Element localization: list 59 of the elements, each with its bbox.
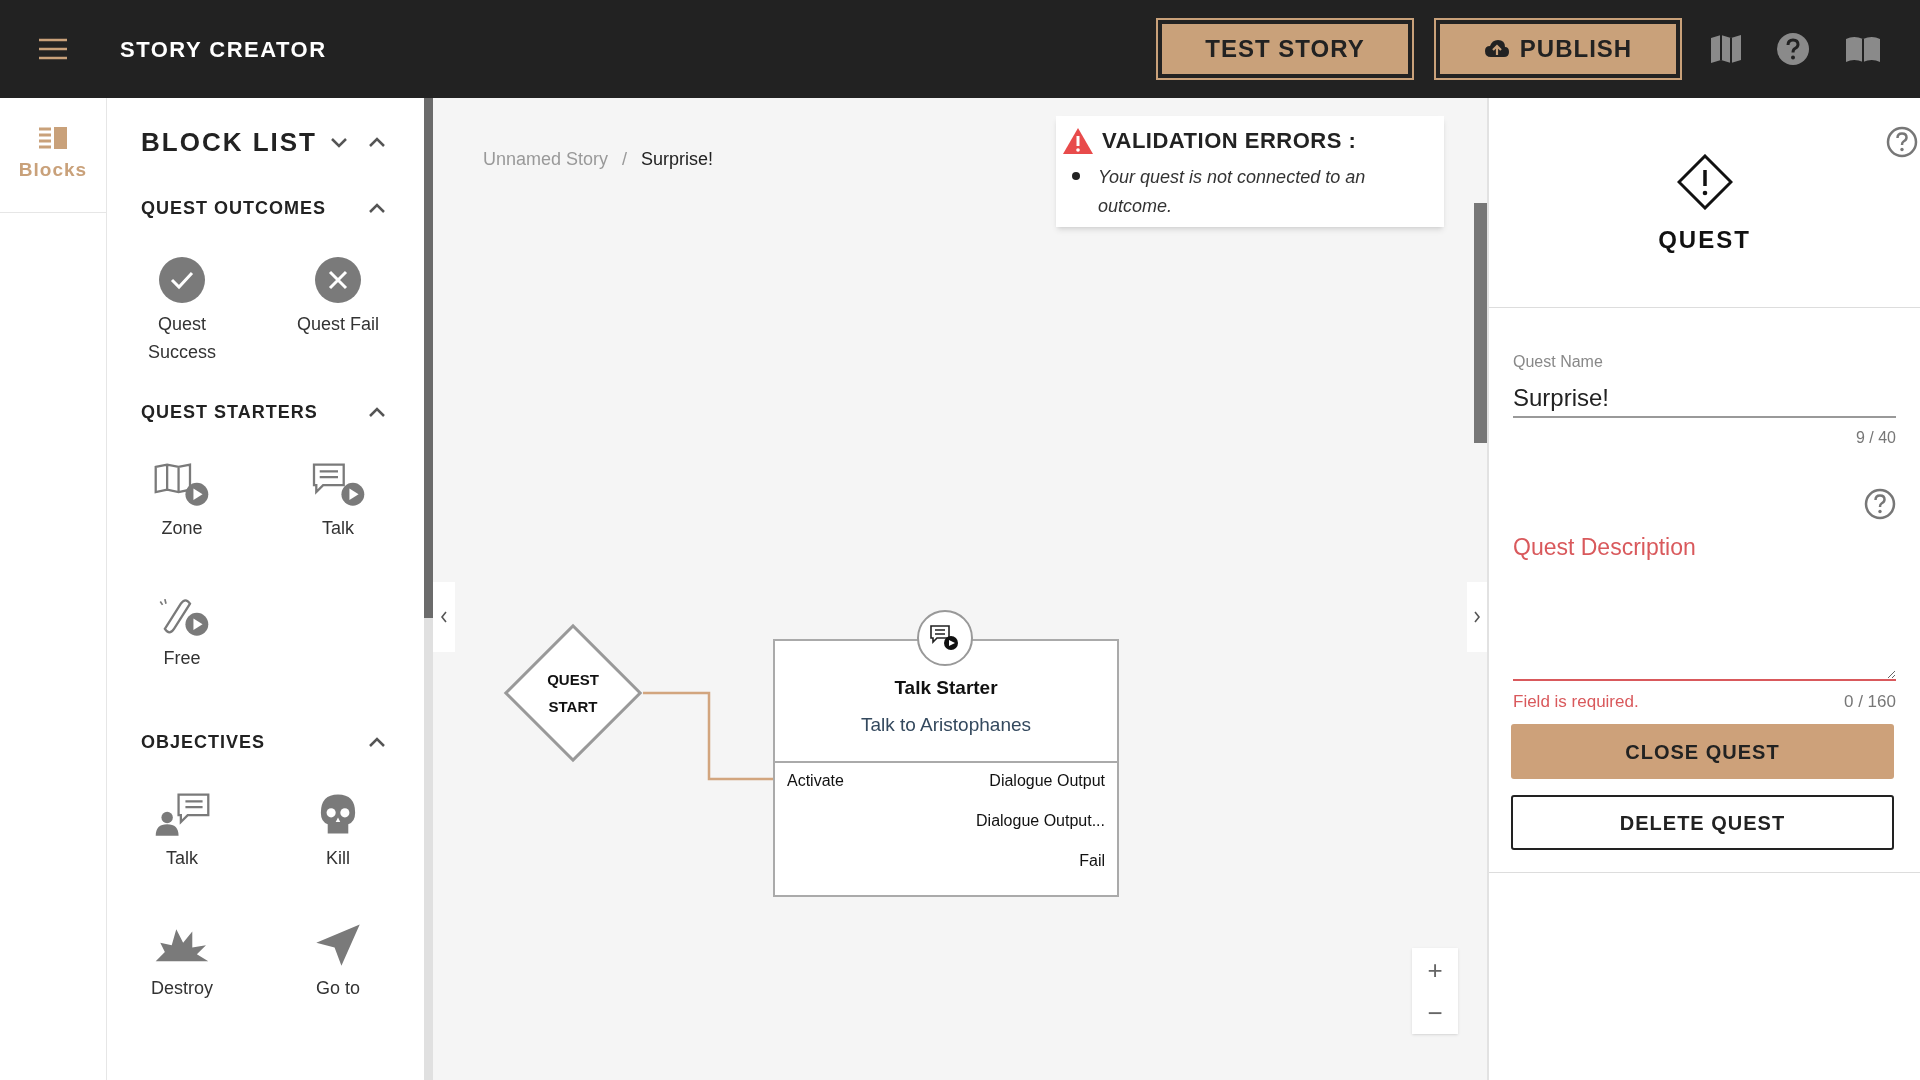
quest-name-field[interactable]: Surprise! — [1513, 380, 1896, 418]
error-message: Field is required. — [1513, 690, 1639, 713]
breadcrumb-item: Surprise! — [641, 148, 714, 171]
close-button[interactable]: CLOSE QUEST — [1511, 724, 1894, 779]
map-play-icon[interactable] — [153, 460, 211, 508]
help-icon[interactable] — [1864, 488, 1896, 520]
bullet-icon — [1072, 172, 1080, 180]
zoom-in-button[interactable]: + — [1412, 948, 1458, 991]
character-counter: 0 / 160 — [1844, 690, 1896, 713]
quest-diamond-icon — [1676, 154, 1733, 210]
app-title: STORY CREATOR — [120, 35, 327, 64]
validation-error: Your quest is not connected to an outcome. — [1098, 166, 1367, 218]
canvas-scrollbar[interactable] — [1474, 203, 1487, 443]
section-title: QUEST OUTCOMES — [141, 196, 326, 220]
node-label: START — [548, 697, 598, 717]
help-icon[interactable] — [1776, 32, 1810, 66]
node-subtitle: Talk to Aristophanes — [860, 712, 1031, 737]
node-title: Talk Starter — [894, 676, 998, 700]
block-label: Kill — [325, 847, 351, 870]
breadcrumb-separator: / — [622, 148, 628, 171]
menu-icon[interactable] — [38, 38, 68, 60]
chat-play-icon — [929, 624, 961, 652]
quest-start-node[interactable]: QUEST START — [503, 623, 643, 763]
node-label: QUEST — [547, 670, 599, 690]
character-counter: 9 / 40 — [1855, 428, 1896, 448]
block-label: Talk — [165, 847, 199, 870]
field-label: Quest Name — [1513, 352, 1604, 372]
block-label: Quest Fail — [296, 313, 380, 336]
talk-starter-node[interactable]: Talk Starter Talk to Aristophanes Activate Dialogue Output Dialogue Output... Fail — [773, 639, 1119, 897]
warning-icon — [1062, 126, 1094, 155]
chevron-right-icon — [1472, 610, 1482, 624]
output-port-label: Fail — [1079, 851, 1105, 871]
input-port-label: Activate — [787, 771, 844, 791]
delete-button[interactable]: DELETE QUEST — [1511, 795, 1894, 850]
output-port-label: Dialogue Output — [989, 771, 1105, 791]
section-title: OBJECTIVES — [141, 730, 266, 754]
section-title: QUEST STARTERS — [141, 400, 318, 424]
output-port-label: Dialogue Output... — [976, 811, 1105, 831]
zoom-out-button[interactable]: − — [1412, 991, 1458, 1034]
block-label: Zone — [160, 517, 204, 540]
blocks-icon — [38, 125, 68, 150]
panel-title: QUEST — [1658, 225, 1751, 255]
block-label: Go to — [315, 977, 361, 1000]
person-chat-icon[interactable] — [153, 790, 211, 838]
field-label: Quest Description — [1513, 533, 1697, 562]
validation-title: VALIDATION ERRORS : — [1102, 127, 1357, 155]
block-label: Destroy — [150, 977, 214, 1000]
block-list-title: BLOCK LIST — [141, 125, 317, 159]
map-icon[interactable] — [1710, 34, 1742, 64]
block-label: Free — [162, 647, 202, 670]
test-button[interactable]: TEST STORY — [1156, 18, 1414, 80]
chevron-left-icon — [439, 610, 449, 624]
block-label: Quest Success — [147, 313, 217, 364]
cloud-upload-icon — [1483, 39, 1510, 59]
help-icon[interactable] — [1886, 126, 1918, 158]
block-label: Talk — [321, 517, 355, 540]
scrollbar-thumb[interactable] — [424, 98, 433, 618]
publish-button[interactable]: PUBLISH — [1434, 18, 1682, 80]
book-icon[interactable] — [1844, 34, 1882, 64]
